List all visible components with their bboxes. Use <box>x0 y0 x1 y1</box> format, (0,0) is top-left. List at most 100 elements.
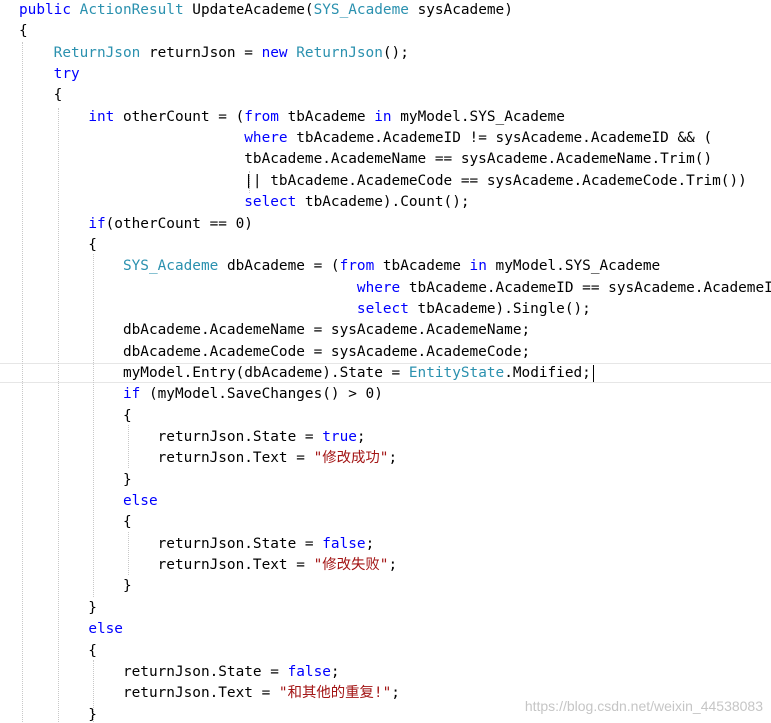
code-line[interactable]: returnJson.State = false; <box>19 534 375 555</box>
code-line[interactable]: dbAcademe.AcademeName = sysAcademe.Acade… <box>19 320 530 341</box>
code-token: returnJson.State = <box>19 535 323 552</box>
code-token: ActionResult <box>79 2 184 18</box>
code-line[interactable]: if(otherCount == 0) <box>19 214 253 235</box>
code-token: returnJson = <box>140 44 262 61</box>
code-token: { <box>19 407 132 424</box>
code-token: myModel.Entry(dbAcademe).State = <box>19 364 409 381</box>
code-line[interactable]: { <box>19 235 97 256</box>
code-line[interactable]: else <box>19 491 158 512</box>
code-token: if <box>88 215 106 232</box>
code-token: dbAcademe.AcademeCode = sysAcademe.Acade… <box>19 343 531 360</box>
code-line[interactable]: ReturnJson returnJson = new ReturnJson()… <box>19 43 409 64</box>
code-token: new <box>261 44 297 61</box>
code-line[interactable]: tbAcademe.AcademeName == sysAcademe.Acad… <box>19 149 712 170</box>
code-token: returnJson.State = <box>19 429 323 445</box>
code-line[interactable]: where tbAcademe.AcademeID != sysAcademe.… <box>19 128 712 149</box>
code-token: SYS_Academe <box>313 2 409 18</box>
code-token: select <box>244 194 297 211</box>
code-line[interactable]: where tbAcademe.AcademeID == sysAcademe.… <box>19 278 771 299</box>
code-line[interactable]: returnJson.Text = "和其他的重复!"; <box>19 683 400 704</box>
code-token: int <box>88 108 115 125</box>
code-token: tbAcademe <box>278 108 375 125</box>
code-token: tbAcademe <box>374 258 470 275</box>
code-token: ; <box>388 450 398 467</box>
code-token: ; <box>330 663 340 680</box>
code-token: { <box>19 236 97 253</box>
code-token: } <box>19 578 132 595</box>
code-line[interactable]: dbAcademe.AcademeCode = sysAcademe.Acade… <box>19 342 530 363</box>
code-line[interactable]: select tbAcademe).Count(); <box>19 192 470 213</box>
code-line[interactable]: int otherCount = (from tbAcademe in myMo… <box>19 107 565 128</box>
code-line[interactable]: || tbAcademe.AcademeCode == sysAcademe.A… <box>19 171 747 192</box>
code-line[interactable]: { <box>19 406 132 427</box>
code-line[interactable]: { <box>19 85 63 106</box>
code-line[interactable]: { <box>19 641 97 662</box>
code-line[interactable]: } <box>19 470 132 491</box>
code-line[interactable]: public ActionResult UpdateAcademe(SYS_Ac… <box>19 0 513 21</box>
code-line[interactable]: } <box>19 705 97 723</box>
code-line[interactable]: } <box>19 576 132 597</box>
code-token: myModel.SYS_Academe <box>391 108 565 125</box>
code-line[interactable]: { <box>19 512 132 533</box>
code-line[interactable]: myModel.Entry(dbAcademe).State = EntityS… <box>19 363 591 384</box>
code-token: myModel.SYS_Academe <box>486 258 661 275</box>
code-token: UpdateAcademe( <box>183 2 314 18</box>
code-line[interactable]: SYS_Academe dbAcademe = (from tbAcademe … <box>19 256 660 277</box>
code-line[interactable]: } <box>19 598 97 619</box>
code-token: tbAcademe).Count(); <box>296 194 470 211</box>
code-token: from <box>244 108 279 125</box>
code-token: in <box>469 258 487 275</box>
code-line[interactable]: returnJson.State = false; <box>19 662 340 683</box>
code-token: ; <box>388 557 398 574</box>
code-token: sysAcademe) <box>408 2 513 18</box>
code-token: true <box>322 429 357 445</box>
code-token: tbAcademe.AcademeID != sysAcademe.Academ… <box>287 130 713 147</box>
code-token: returnJson.Text = <box>19 450 314 467</box>
code-token: tbAcademe.AcademeName == sysAcademe.Acad… <box>19 151 713 168</box>
code-line[interactable]: returnJson.State = true; <box>19 427 366 448</box>
code-token: ; <box>365 535 375 552</box>
code-token: (otherCount == 0) <box>105 215 253 232</box>
code-token: SYS_Academe <box>122 258 219 275</box>
text-caret <box>592 364 594 382</box>
code-token: select <box>356 300 409 317</box>
code-token: else <box>88 621 123 638</box>
code-token: { <box>19 642 97 659</box>
code-token: ReturnJson <box>53 44 141 61</box>
code-token: try <box>53 66 80 83</box>
code-token: "修改成功" <box>313 450 389 467</box>
code-token: ; <box>356 429 366 445</box>
code-line[interactable]: if (myModel.SaveChanges() > 0) <box>19 384 383 405</box>
code-line[interactable]: else <box>19 619 123 640</box>
code-token: "和其他的重复!" <box>278 685 392 702</box>
code-token: where <box>244 130 288 147</box>
code-token: false <box>287 663 331 680</box>
code-token: returnJson.Text = <box>19 557 314 574</box>
code-line[interactable]: returnJson.Text = "修改成功"; <box>19 448 398 469</box>
code-token: { <box>19 23 28 40</box>
code-token: tbAcademe.AcademeID == sysAcademe.Academ… <box>400 279 771 296</box>
code-token: } <box>19 599 97 616</box>
code-line[interactable]: returnJson.Text = "修改失败"; <box>19 555 398 576</box>
code-token: ; <box>391 685 400 702</box>
code-token: .Modified; <box>504 364 591 381</box>
code-token: } <box>19 471 132 488</box>
code-token: (myModel.SaveChanges() > 0) <box>140 386 383 403</box>
code-token: EntityState <box>408 364 505 381</box>
code-editor[interactable]: public ActionResult UpdateAcademe(SYS_Ac… <box>0 0 771 723</box>
code-token: returnJson.State = <box>19 663 288 680</box>
code-token: "修改失败" <box>313 557 389 574</box>
code-token: otherCount = ( <box>114 108 245 125</box>
watermark-text: https://blog.csdn.net/weixin_44538083 <box>524 698 763 714</box>
code-token: public <box>19 2 80 18</box>
code-line[interactable]: { <box>19 21 28 42</box>
code-token: from <box>339 258 375 275</box>
code-line[interactable]: try <box>19 64 80 85</box>
code-line[interactable]: select tbAcademe).Single(); <box>19 299 591 320</box>
